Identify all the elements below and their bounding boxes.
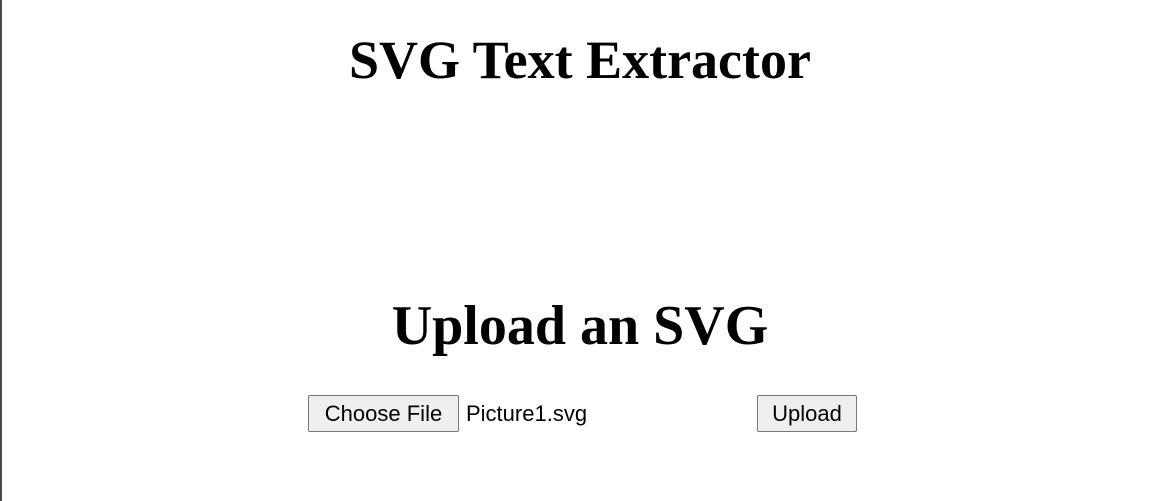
upload-heading: Upload an SVG (391, 295, 769, 357)
page-frame: SVG Text Extractor Upload an SVG Choose … (0, 0, 1156, 501)
selected-file-name: Picture1.svg (466, 401, 588, 426)
upload-form: Choose File Picture1.svg Upload (308, 395, 868, 433)
upload-button[interactable]: Upload (757, 395, 857, 432)
choose-file-button[interactable]: Choose File (308, 395, 459, 432)
page-title: SVG Text Extractor (349, 30, 811, 90)
